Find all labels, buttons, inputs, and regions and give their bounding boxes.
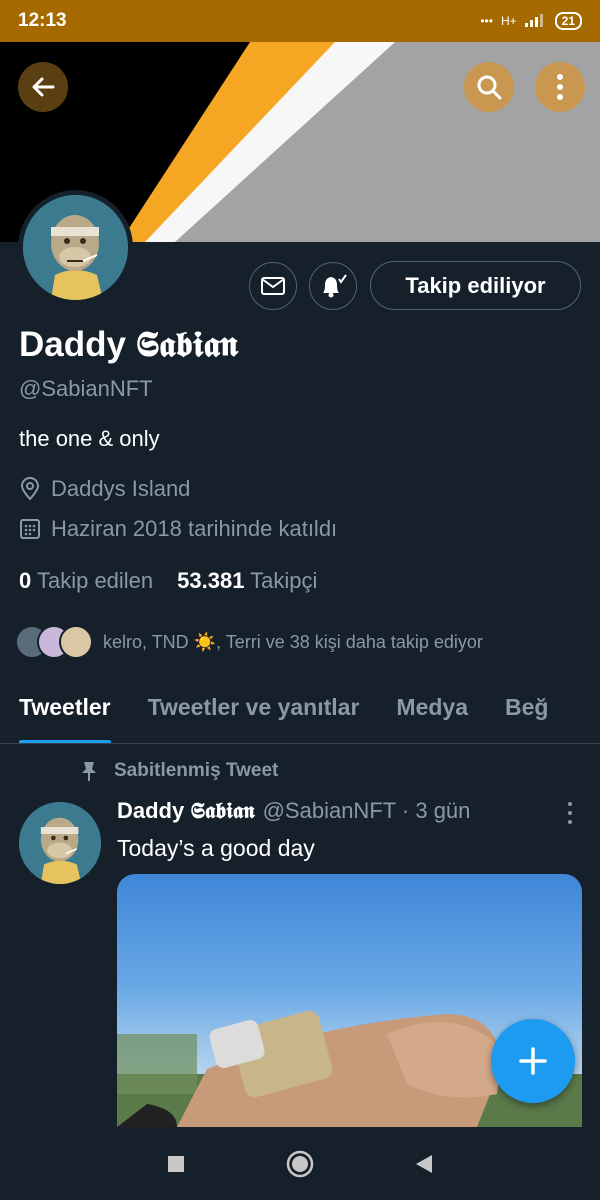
following-button[interactable]: Takip ediliyor [370,261,581,310]
following-count: 0 [19,568,32,593]
pinned-label: Sabitlenmiş Tweet [114,760,279,781]
battery-icon: 21 [554,12,582,30]
tweet-header: Daddy 𝕾𝖆𝖇𝖎𝖆𝖓 @SabianNFT · 3 gün [117,798,470,824]
bell-icon [323,274,347,298]
status-icons: ••• H+ 21 [480,12,582,30]
tab-tweets[interactable]: Tweetler [19,688,111,743]
location-text: Daddys Island [51,476,191,501]
tab-likes[interactable]: Beğ [505,688,548,743]
tweet-author-avatar[interactable] [19,802,101,884]
square-nav-icon[interactable] [166,1154,186,1174]
pin-icon [82,762,96,781]
tweet-more-button[interactable] [560,800,580,826]
joined-text: Haziran 2018 tarihinde katıldı [51,516,338,541]
pinned-indicator: Sabitlenmiş Tweet [80,760,278,782]
back-button[interactable] [18,62,68,112]
tweet-author-meta: @SabianNFT · 3 gün [262,798,471,823]
message-button[interactable] [249,262,297,310]
ape-avatar-image [19,802,101,884]
triangle-nav-icon[interactable] [414,1153,434,1175]
search-icon [477,75,502,100]
status-bar: 12:13 ••• H+ 21 [0,0,600,42]
signal-icon [524,13,547,30]
profile-tabs: Tweetler Tweetler ve yanıtlar Medya Beğ [0,688,600,744]
profile-bio: the one & only [19,426,160,451]
known-follower-avatars [15,625,93,659]
ape-avatar-image [23,195,128,300]
network-label: H+ [500,14,517,28]
dots-icon: ••• [480,14,493,28]
known-followers-text: kelro, TND ☀️, Terri ve 38 kişi daha tak… [103,631,483,652]
notifications-button[interactable] [309,262,357,310]
followers-count: 53.381 [177,568,245,593]
profile-name: Daddy 𝕾𝖆𝖇𝖎𝖆𝖓 [19,325,238,364]
tab-media[interactable]: Medya [396,688,468,743]
followers-stat[interactable]: 53.381 Takipçi [177,568,317,594]
back-arrow-icon [32,77,55,97]
following-label: Takip edilen [36,568,154,593]
location-icon [20,477,40,501]
tweet-author-name[interactable]: Daddy 𝕾𝖆𝖇𝖎𝖆𝖓 [117,798,255,824]
joined-row: Haziran 2018 tarihinde katıldı [19,516,337,542]
system-nav-bar [0,1127,600,1200]
known-follower-avatar [59,625,93,659]
location-row: Daddys Island [19,476,190,502]
profile-avatar[interactable] [18,190,133,305]
tab-tweets-replies[interactable]: Tweetler ve yanıtlar [148,688,360,743]
status-time: 12:13 [18,10,67,31]
follow-stats: 0 Takip edilen 53.381 Takipçi [19,568,317,594]
known-followers[interactable]: kelro, TND ☀️, Terri ve 38 kişi daha tak… [15,625,483,659]
tweet-text: Today’s a good day [117,835,315,861]
calendar-icon [20,519,40,539]
more-vertical-icon [557,74,563,100]
more-options-button[interactable] [535,62,585,112]
circle-nav-icon[interactable] [286,1150,314,1178]
plus-icon [519,1047,547,1075]
following-stat[interactable]: 0 Takip edilen [19,568,153,594]
profile-handle: @SabianNFT [19,376,153,401]
search-button[interactable] [464,62,514,112]
mail-icon [261,277,285,295]
compose-tweet-button[interactable] [491,1019,575,1103]
followers-label: Takipçi [250,568,318,593]
